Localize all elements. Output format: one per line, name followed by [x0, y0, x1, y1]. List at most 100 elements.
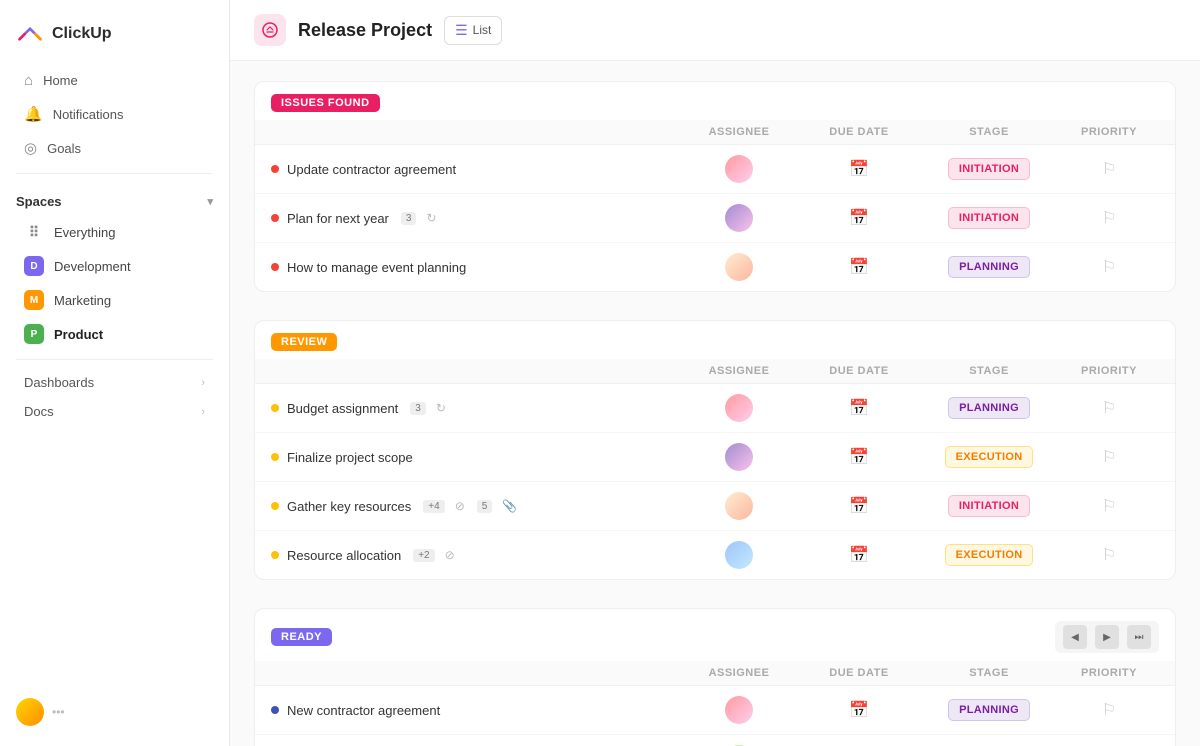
sidebar-item-dashboards[interactable]: Dashboards ›	[8, 368, 221, 397]
due-date-cell[interactable]: 📅	[799, 159, 919, 179]
task-name[interactable]: Gather key resources	[287, 499, 411, 514]
sidebar-item-marketing[interactable]: M Marketing	[8, 283, 221, 317]
priority-cell[interactable]: ⚐	[1059, 257, 1159, 277]
docs-label: Docs	[24, 404, 54, 419]
priority-cell[interactable]: ⚐	[1059, 700, 1159, 720]
col-duedate-0: DUE DATE	[799, 126, 919, 138]
toolbar-btn-3[interactable]: ⏭	[1127, 625, 1151, 649]
task-dot	[271, 453, 279, 461]
assignee-cell	[679, 394, 799, 422]
stage-badge: PLANNING	[948, 699, 1030, 721]
toolbar-btn-1[interactable]: ◀	[1063, 625, 1087, 649]
task-name[interactable]: Budget assignment	[287, 401, 398, 416]
marketing-icon: M	[24, 290, 44, 310]
task-name-cell: How to manage event planning	[271, 260, 679, 275]
avatar	[725, 155, 753, 183]
flag-icon: ⚐	[1102, 398, 1116, 418]
col-priority-2: PRIORITY	[1059, 667, 1159, 679]
logo[interactable]: ClickUp	[0, 12, 229, 64]
avatar	[725, 394, 753, 422]
col-task	[271, 126, 679, 138]
calendar-icon: 📅	[849, 447, 869, 467]
project-icon	[254, 14, 286, 46]
due-date-cell[interactable]: 📅	[799, 700, 919, 720]
chevron-down-icon: ▾	[207, 195, 213, 208]
priority-cell[interactable]: ⚐	[1059, 159, 1159, 179]
priority-cell[interactable]: ⚐	[1059, 545, 1159, 565]
flag-icon: ⚐	[1102, 447, 1116, 467]
toolbar-btn-2[interactable]: ▶	[1095, 625, 1119, 649]
page-header: Release Project ☰ List	[230, 0, 1200, 61]
due-date-cell[interactable]: 📅	[799, 545, 919, 565]
clickup-logo-icon	[16, 20, 44, 48]
stage-cell[interactable]: INITIATION	[919, 495, 1059, 517]
table-row: Update contractor agreement 📅 INITIATION…	[255, 145, 1175, 194]
task-name[interactable]: Plan for next year	[287, 211, 389, 226]
col-task	[271, 667, 679, 679]
sidebar-item-notifications[interactable]: 🔔 Notifications	[8, 97, 221, 131]
stage-badge: PLANNING	[948, 256, 1030, 278]
stage-cell[interactable]: PLANNING	[919, 256, 1059, 278]
stage-cell[interactable]: PLANNING	[919, 699, 1059, 721]
col-priority-0: PRIORITY	[1059, 126, 1159, 138]
table-row: Refresh company website 5 📎 📅 EXECUTION …	[255, 735, 1175, 746]
due-date-cell[interactable]: 📅	[799, 208, 919, 228]
col-duedate-2: DUE DATE	[799, 667, 919, 679]
task-name[interactable]: Resource allocation	[287, 548, 401, 563]
stage-cell[interactable]: PLANNING	[919, 397, 1059, 419]
due-date-cell[interactable]: 📅	[799, 257, 919, 277]
task-count-badge: 3	[410, 402, 426, 415]
task-dot	[271, 165, 279, 173]
sidebar-item-everything[interactable]: ⠿ Everything	[8, 215, 221, 249]
arrow-right-icon: ›	[201, 377, 205, 389]
col-assignee-2: ASSIGNEE	[679, 667, 799, 679]
sidebar-item-docs[interactable]: Docs ›	[8, 397, 221, 426]
sidebar-item-product[interactable]: P Product	[8, 317, 221, 351]
everything-label: Everything	[54, 225, 115, 240]
stage-badge: PLANNING	[948, 397, 1030, 419]
stage-cell[interactable]: INITIATION	[919, 158, 1059, 180]
flag-icon: ⚐	[1102, 700, 1116, 720]
task-name[interactable]: Update contractor agreement	[287, 162, 456, 177]
stage-cell[interactable]: EXECUTION	[919, 544, 1059, 566]
task-count-badge: 3	[401, 212, 417, 225]
stage-cell[interactable]: EXECUTION	[919, 446, 1059, 468]
stage-badge: INITIATION	[948, 207, 1030, 229]
col-stage-1: STAGE	[919, 365, 1059, 377]
group-header-review: REVIEW	[255, 321, 1175, 359]
col-duedate-1: DUE DATE	[799, 365, 919, 377]
group-header-ready: READY ◀ ▶ ⏭	[255, 609, 1175, 661]
task-name[interactable]: New contractor agreement	[287, 703, 440, 718]
table-row: Resource allocation +2 ⊘ 📅 EXECUTION ⚐	[255, 531, 1175, 579]
due-date-cell[interactable]: 📅	[799, 398, 919, 418]
project-icon-svg	[261, 21, 279, 39]
spaces-section-header[interactable]: Spaces ▾	[0, 182, 229, 215]
due-date-cell[interactable]: 📅	[799, 447, 919, 467]
sidebar-footer: •••	[0, 690, 229, 734]
priority-cell[interactable]: ⚐	[1059, 398, 1159, 418]
stage-cell[interactable]: INITIATION	[919, 207, 1059, 229]
task-dot	[271, 502, 279, 510]
task-name[interactable]: Finalize project scope	[287, 450, 413, 465]
calendar-icon: 📅	[849, 496, 869, 516]
priority-cell[interactable]: ⚐	[1059, 447, 1159, 467]
task-name[interactable]: How to manage event planning	[287, 260, 466, 275]
assignee-cell	[679, 443, 799, 471]
user-avatar[interactable]	[16, 698, 44, 726]
assignee-cell	[679, 696, 799, 724]
priority-cell[interactable]: ⚐	[1059, 496, 1159, 516]
avatar	[725, 492, 753, 520]
due-date-cell[interactable]: 📅	[799, 496, 919, 516]
sidebar-item-goals[interactable]: ◎ Goals	[8, 131, 221, 165]
priority-cell[interactable]: ⚐	[1059, 208, 1159, 228]
table-row: Gather key resources +4 ⊘ 5 📎 📅 INITIATI…	[255, 482, 1175, 531]
group-review: REVIEW ASSIGNEE DUE DATE STAGE PRIORITY …	[254, 320, 1176, 580]
list-view-button[interactable]: ☰ List	[444, 16, 502, 45]
paperclip-icon: 📎	[502, 499, 517, 513]
sidebar-item-home[interactable]: ⌂ Home	[8, 64, 221, 97]
sidebar-item-development[interactable]: D Development	[8, 249, 221, 283]
task-name-cell: Finalize project scope	[271, 450, 679, 465]
grid-icon: ⠿	[24, 222, 44, 242]
avatar	[725, 443, 753, 471]
flag-icon: ⚐	[1102, 208, 1116, 228]
